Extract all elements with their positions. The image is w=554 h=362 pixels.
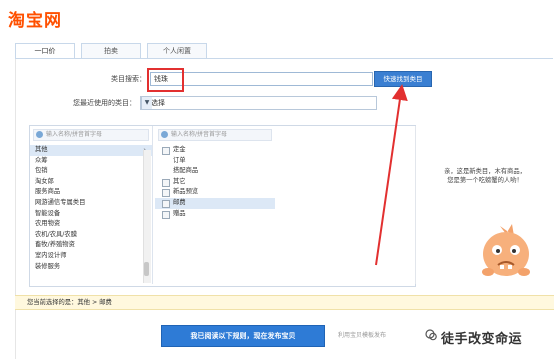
list-item-label: 邮费 [173,198,186,206]
list-item-label: 服务商品 [35,188,61,196]
category-search-label: 类目搜索： [111,75,146,83]
list-item-label: 网游通信专属类目 [35,198,86,206]
list-item[interactable]: 订单 [155,156,275,167]
list-item-label: 农机/农具/农膜 [35,230,78,238]
quick-find-category-button[interactable]: 快速找到类目 [374,71,432,87]
list-item-label: 其他 [35,146,48,153]
list-item[interactable]: 农用物资› [30,219,152,230]
tab-personal-idle[interactable]: 个人闲置 [147,43,207,58]
column1-search-input[interactable]: 输入名称/拼音首字母 [33,129,149,141]
list-item-label: 装修服务 [35,262,61,270]
category-icon [162,199,170,208]
wechat-icon [425,329,437,341]
list-item-label: 农用物资 [35,220,61,228]
list-item-label: 包销 [35,167,48,175]
list-item[interactable]: 其他› [30,145,152,156]
list-item[interactable]: 淘女郎› [30,177,152,188]
list-item[interactable]: 畜牧/养殖物资› [30,240,152,251]
category-icon [162,210,170,219]
list-item[interactable]: 室内设计师› [30,251,152,262]
list-item-label: 智能设备 [35,209,61,217]
list-item-label: 畜牧/养殖物资 [35,241,75,249]
selected-path-bar: 您当前选择的是：其他 > 邮费 [15,295,554,310]
list-item[interactable]: 搭配商品 [155,166,275,177]
mascot-icon [482,224,530,276]
column1-scroll-thumb[interactable] [144,262,149,276]
recent-category-select[interactable]: 请选择 ▼ [140,96,377,110]
new-category-line2: 您是第一个吃螃蟹的人哟！ [447,177,523,184]
list-item-label: 搭配商品 [173,167,199,175]
list-item[interactable]: 其它 [155,177,275,188]
column1-search-placeholder: 输入名称/拼音首字母 [46,131,103,138]
list-item[interactable]: 智能设备› [30,209,152,220]
list-item-label: 订单 [173,156,186,164]
selected-path-value: 其他 > 邮费 [77,299,112,306]
selected-path-label: 您当前选择的是： [27,299,78,306]
search-icon [36,131,43,138]
list-item[interactable]: 装修服务› [30,262,152,273]
new-category-message: 亲，这是新类目，木有商品， 您是第一个吃螃蟹的人哟！ [420,167,550,185]
category-icon [162,147,170,155]
search-highlight-box [147,68,184,92]
category-column-2: 输入名称/拼音首字母 定金 订单 搭配商品 其它 新品预览 邮费 赠品 [155,126,275,284]
category-icon [162,189,170,198]
list-item-label: 众筹 [35,156,48,164]
publish-button[interactable]: 我已阅读以下规则，现在发布宝贝 [161,325,325,347]
column2-search-placeholder: 输入名称/拼音首字母 [171,131,228,138]
taobao-logo: 淘宝网 [8,11,62,31]
watermark-text: 徒手改变命运 [441,332,523,347]
list-item[interactable]: 众筹› [30,156,152,167]
tab-fixed-price[interactable]: 一口价 [15,43,75,59]
list-item-label: 赠品 [173,209,186,217]
list-item[interactable]: 网游通信专属类目› [30,198,152,209]
tab-auction[interactable]: 拍卖 [81,43,141,58]
category-icon [162,178,170,187]
category-column-1: 输入名称/拼音首字母 其他› 众筹› 包销› 淘女郎› 服务商品› 网游通信专属… [30,126,153,284]
list-item[interactable]: 农机/农具/农膜› [30,230,152,241]
list-item-label: 定金 [173,146,186,153]
template-publish-link[interactable]: 利用宝贝模板发布 [338,330,386,339]
list-item-label: 淘女郎 [35,177,54,185]
list-item[interactable]: 定金 [155,145,275,156]
new-category-line1: 亲，这是新类目，木有商品， [444,168,526,175]
list-item[interactable]: 邮费 [155,197,275,209]
recent-category-label: 您最近使用的类目： [73,99,136,107]
list-item[interactable]: 服务商品› [30,187,152,198]
column2-search-input[interactable]: 输入名称/拼音首字母 [158,129,272,141]
list-item-label: 其它 [173,177,186,185]
recent-category-value: 请选择 [144,99,165,107]
list-item-label: 室内设计师 [35,251,67,259]
list-item-label: 新品预览 [173,188,199,196]
search-icon [161,131,168,138]
list-item[interactable]: 赠品 [155,209,275,220]
list-item[interactable]: 包销› [30,166,152,177]
list-item[interactable]: 新品预览 [155,187,275,198]
